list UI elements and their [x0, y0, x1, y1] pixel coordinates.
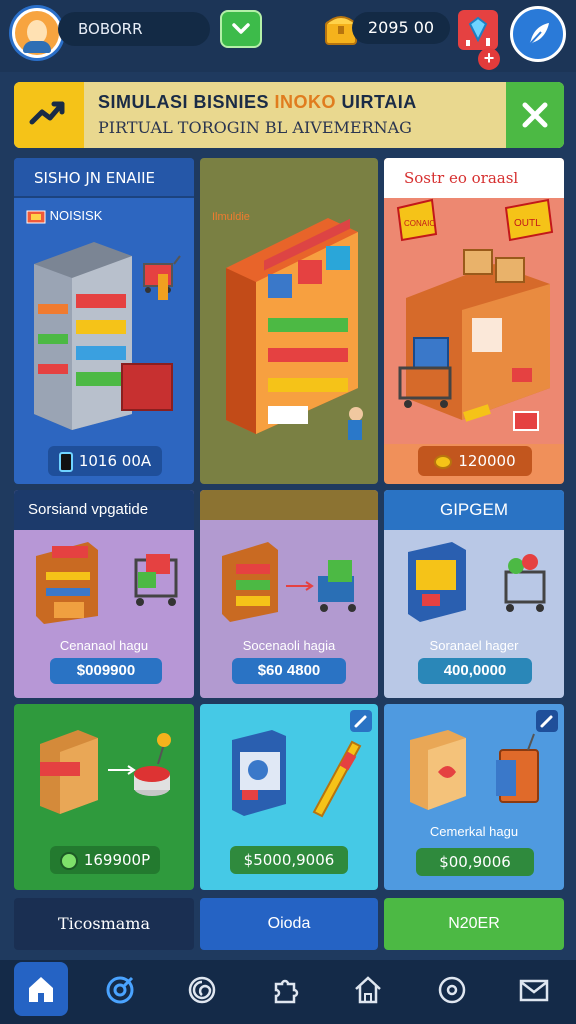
- appliance-cart-illustration: [408, 542, 546, 622]
- business-card-4[interactable]: Sorsiand vpgatide Cenanaol hagu $009900: [14, 490, 194, 698]
- close-icon: [522, 102, 548, 128]
- card-8-price[interactable]: $5000,9006: [230, 846, 348, 874]
- card-3-sign-left: CONAIO: [404, 219, 436, 228]
- nav-target[interactable]: [88, 960, 152, 1024]
- business-card-7[interactable]: 169900P: [14, 704, 194, 890]
- nav-spiral[interactable]: [170, 960, 234, 1024]
- player-avatar[interactable]: [12, 8, 62, 58]
- top-bar: BOBORR 2095 00 +: [0, 0, 576, 72]
- card-5-subtitle: Socenaoli hagia: [242, 638, 336, 653]
- card-4-subtitle: Cenanaol hagu: [59, 638, 149, 653]
- card-4-price[interactable]: $009900: [50, 658, 162, 684]
- circle-dot-icon: [438, 976, 466, 1004]
- house-outline-icon: [355, 976, 381, 1004]
- product-box-pen-illustration: [232, 730, 362, 818]
- card-3-header: Sostr eo oraasl: [384, 158, 564, 198]
- card-3-sign-right: OUTL: [514, 218, 541, 229]
- card-6-subtitle: Soranael hager: [429, 638, 519, 653]
- nav-puzzle[interactable]: [254, 960, 318, 1024]
- bottom-nav: [0, 960, 576, 1024]
- box-tag-icon: [26, 210, 46, 224]
- feather-pen-icon: [528, 23, 549, 46]
- banner-icon-box: [14, 82, 84, 148]
- banner-title-part2: UIRTAIA: [336, 92, 417, 112]
- card-6-header: GIPGEM: [384, 490, 564, 530]
- supermarket-shelf-illustration: [34, 242, 181, 430]
- puzzle-icon: [274, 979, 299, 1004]
- add-gems-button[interactable]: +: [478, 48, 500, 70]
- nav-home[interactable]: [14, 962, 68, 1016]
- handshake-icon: [29, 101, 65, 125]
- card-1-price[interactable]: 1016 00A: [48, 446, 162, 476]
- card-1-tag-label: NOISISK: [49, 208, 103, 223]
- coin-icon: [434, 454, 453, 469]
- mail-icon: [519, 979, 549, 1002]
- spiral-icon: [188, 976, 216, 1004]
- business-card-9[interactable]: Cemerkal hagu $00,9006: [384, 704, 564, 890]
- gem-icon: [466, 16, 490, 46]
- business-card-2[interactable]: Ilmuldie: [200, 158, 378, 484]
- target-icon: [106, 976, 134, 1004]
- edit-button[interactable]: [510, 6, 566, 62]
- tab-button-3[interactable]: N20ER: [384, 898, 564, 950]
- card-5-price[interactable]: $60 4800: [232, 658, 346, 684]
- home-icon: [29, 977, 53, 1002]
- card-5-header-band: [200, 490, 378, 520]
- chevron-down-icon: [232, 23, 250, 34]
- card-9-price[interactable]: $00,9006: [416, 848, 534, 876]
- card-1-tag: NOISISK: [26, 208, 102, 228]
- banner-title: SIMULASI BISNIES INOKO UIRTAIA: [98, 92, 417, 113]
- packages-luggage-illustration: [410, 730, 539, 810]
- nav-mail[interactable]: [502, 960, 566, 1024]
- card-7-price[interactable]: 169900P: [50, 846, 160, 874]
- cash-coin-icon: [59, 851, 78, 870]
- dropdown-button[interactable]: [220, 10, 262, 48]
- coin-balance: 2095 00: [352, 12, 450, 44]
- banner-subtitle: PIRTUAL TOROGIN BL AIVEMERNAG: [98, 118, 412, 137]
- gem-shop-button[interactable]: [458, 10, 498, 50]
- shop-to-cart-illustration: [222, 542, 356, 622]
- player-name[interactable]: BOBORR: [58, 12, 210, 46]
- nav-circle[interactable]: [420, 960, 484, 1024]
- card-9-subtitle: Cemerkal hagu: [429, 824, 519, 839]
- card-1-header: SISHO JN ENAIIE: [14, 158, 194, 198]
- business-card-8[interactable]: $5000,9006: [200, 704, 378, 890]
- store-shelf-illustration: Ilmuldie: [212, 211, 363, 440]
- banner-title-highlight: INOKO: [274, 92, 337, 112]
- kiosk-cart-illustration: [36, 542, 178, 624]
- card-7-price-value: 169900P: [83, 851, 151, 869]
- market-stall-illustration: CONAIO OUTL: [384, 198, 564, 444]
- banner-close-button[interactable]: [506, 82, 564, 148]
- business-card-1[interactable]: SISHO JN ENAIIE NOISISK 1016 00A: [14, 158, 194, 484]
- business-card-5[interactable]: Socenaoli hagia $60 4800: [200, 490, 378, 698]
- promo-banner[interactable]: SIMULASI BISNIES INOKO UIRTAIA PIRTUAL T…: [14, 82, 564, 148]
- card-4-header: Sorsiand vpgatide: [14, 490, 194, 530]
- card-1-price-value: 1016 00A: [78, 452, 152, 470]
- nav-house[interactable]: [336, 960, 400, 1024]
- delivery-box-illustration: [40, 730, 171, 814]
- card-3-price[interactable]: 120000: [418, 446, 532, 476]
- banner-title-part1: SIMULASI BISNIES: [98, 92, 275, 112]
- card-3-price-value: 120000: [458, 452, 516, 470]
- business-card-6[interactable]: GIPGEM Soranael hager 400,0000: [384, 490, 564, 698]
- tab-button-1[interactable]: Ticosmama: [14, 898, 194, 950]
- card-2-sign: Ilmuldie: [212, 211, 250, 223]
- card-6-price[interactable]: 400,0000: [418, 658, 532, 684]
- tab-button-2[interactable]: Oioda: [200, 898, 378, 950]
- business-card-3[interactable]: Sostr eo oraasl CONAIO OUTL 120000: [384, 158, 564, 484]
- phone-icon: [58, 451, 73, 472]
